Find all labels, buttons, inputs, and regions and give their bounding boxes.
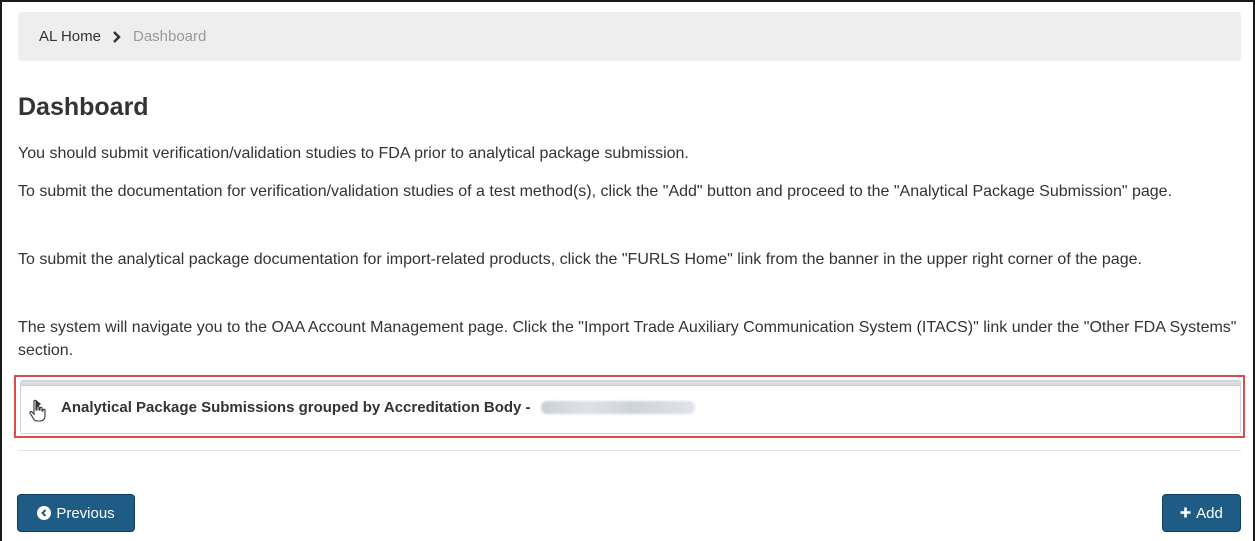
intro-paragraph-3: To submit the analytical package documen…: [18, 251, 1142, 268]
page-title: Dashboard: [18, 93, 149, 121]
chevron-right-icon: [112, 30, 121, 43]
intro-paragraph-2: To submit the documentation for verifica…: [18, 183, 1173, 200]
chevron-left-circle-icon: [37, 506, 52, 520]
previous-button[interactable]: Previous: [17, 494, 135, 532]
breadcrumb-home-link[interactable]: AL Home: [39, 28, 101, 45]
redacted-value: [540, 400, 695, 414]
panel-title: Analytical Package Submissions grouped b…: [61, 398, 531, 416]
intro-paragraph-1: You should submit verification/validatio…: [18, 145, 689, 162]
add-button-label: Add: [1196, 504, 1223, 522]
intro-paragraph-4: The system will navigate you to the OAA …: [18, 319, 1237, 359]
add-button[interactable]: Add: [1162, 494, 1241, 532]
breadcrumb: AL Home Dashboard: [18, 12, 1241, 61]
hand-cursor-icon: [28, 399, 48, 428]
accreditation-body-panel[interactable]: Analytical Package Submissions grouped b…: [20, 380, 1241, 434]
previous-button-label: Previous: [56, 504, 115, 522]
divider: [18, 450, 1241, 451]
plus-icon: [1180, 505, 1191, 522]
breadcrumb-current: Dashboard: [132, 28, 207, 45]
